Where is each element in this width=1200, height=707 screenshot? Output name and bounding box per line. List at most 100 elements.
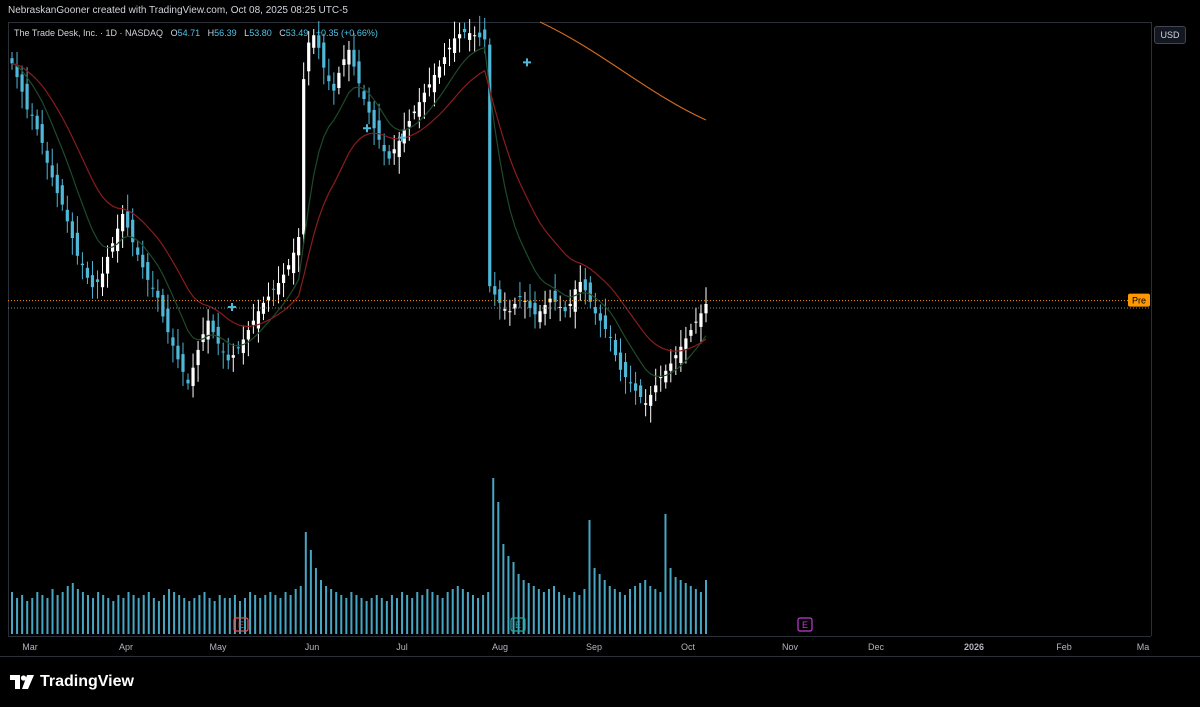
candle-body <box>639 385 643 397</box>
candle-body <box>623 361 628 378</box>
legend-open-label: O <box>170 28 178 38</box>
candle-body <box>100 273 105 288</box>
candle-body <box>387 151 391 159</box>
volume-bar <box>112 601 115 634</box>
candle-body <box>422 92 426 103</box>
candle-body <box>588 282 592 302</box>
candle-body <box>412 111 416 114</box>
volume-bar <box>304 532 307 634</box>
candle-body <box>55 174 59 194</box>
volume-bar <box>370 598 373 634</box>
candle-body <box>276 283 281 295</box>
volume-bar <box>573 592 576 634</box>
price-axis[interactable] <box>1151 22 1200 636</box>
volume-bar <box>451 589 454 634</box>
earnings-marker-label: E <box>238 620 244 630</box>
volume-bar <box>588 520 591 634</box>
candle-body <box>181 354 185 372</box>
volume-bar <box>117 595 120 634</box>
volume-bar <box>309 550 312 634</box>
candle-body <box>513 303 517 309</box>
volume-bar <box>639 583 642 634</box>
volume-bar <box>365 601 368 634</box>
volume-bar <box>583 589 586 634</box>
time-axis[interactable] <box>8 636 1151 657</box>
volume-bar <box>375 595 378 634</box>
volume-bar <box>441 598 444 634</box>
candle-body <box>136 247 140 255</box>
candle-body <box>533 302 537 315</box>
volume-bar <box>644 580 647 634</box>
volume-bar <box>649 586 652 634</box>
candle-body <box>427 84 432 88</box>
volume-bar <box>21 595 24 634</box>
candle-body <box>382 145 386 152</box>
candle-body <box>116 228 120 252</box>
candle-body <box>669 363 673 371</box>
candle-body <box>362 91 366 99</box>
volume-bar <box>618 592 621 634</box>
volume-bar <box>705 580 707 634</box>
volume-bar <box>532 586 535 634</box>
volume-bar <box>26 601 29 634</box>
candle-body <box>30 114 34 116</box>
volume-bar <box>81 592 84 634</box>
brand-logo[interactable]: TradingView <box>10 672 134 692</box>
volume-bar <box>608 586 611 634</box>
volume-bar <box>654 589 657 634</box>
volume-bar <box>269 592 272 634</box>
volume-bar <box>183 598 186 634</box>
candle-body <box>442 57 447 64</box>
volume-bar <box>598 574 601 634</box>
candle-body <box>286 265 291 270</box>
volume-bar <box>244 598 247 634</box>
candle-body <box>608 336 613 338</box>
candle-body <box>35 115 39 130</box>
volume-bar <box>461 589 464 634</box>
volume-bar <box>259 598 262 634</box>
brand-name: TradingView <box>40 673 134 690</box>
volume-bar <box>178 595 181 634</box>
candle-body <box>75 232 79 256</box>
candle-body <box>452 38 457 53</box>
volume-bar <box>152 598 155 634</box>
volume-bar <box>132 595 135 634</box>
volume-bar <box>36 592 39 634</box>
volume-bar <box>66 586 69 634</box>
candle-body <box>90 275 95 288</box>
volume-bar <box>46 598 49 634</box>
volume-bar <box>97 592 100 634</box>
candle-body <box>618 352 623 370</box>
volume-bar <box>659 592 662 634</box>
candle-body <box>85 267 90 278</box>
candle-body <box>613 339 618 356</box>
earnings-marker-label: E <box>802 620 808 630</box>
currency-button[interactable]: USD <box>1154 26 1186 44</box>
volume-bar <box>188 601 191 634</box>
candle-body <box>40 124 44 143</box>
volume-bar <box>92 598 95 634</box>
volume-bar <box>553 586 556 634</box>
candle-body <box>216 326 220 344</box>
candle-body <box>337 72 341 89</box>
candle-body <box>447 47 452 50</box>
candle-body <box>25 83 29 110</box>
candle-body <box>166 308 170 333</box>
volume-bar <box>679 580 682 634</box>
signal-marker <box>228 303 236 312</box>
candle-body <box>578 281 582 292</box>
candle-body <box>694 321 698 323</box>
candle-body <box>196 349 200 366</box>
candle-body <box>342 59 346 66</box>
volume-bar <box>416 592 419 634</box>
volume-bar <box>198 595 201 634</box>
candle-body <box>65 209 69 222</box>
volume-bar <box>340 595 343 634</box>
volume-bar <box>107 598 110 634</box>
chart-svg[interactable]: 77.5075.0072.5070.0067.5065.0062.5060.00… <box>0 0 1200 706</box>
candle-body <box>483 29 487 40</box>
candle-body <box>126 211 130 228</box>
volume-bar <box>345 598 348 634</box>
volume-bar <box>385 601 388 634</box>
volume-bar <box>547 589 550 634</box>
